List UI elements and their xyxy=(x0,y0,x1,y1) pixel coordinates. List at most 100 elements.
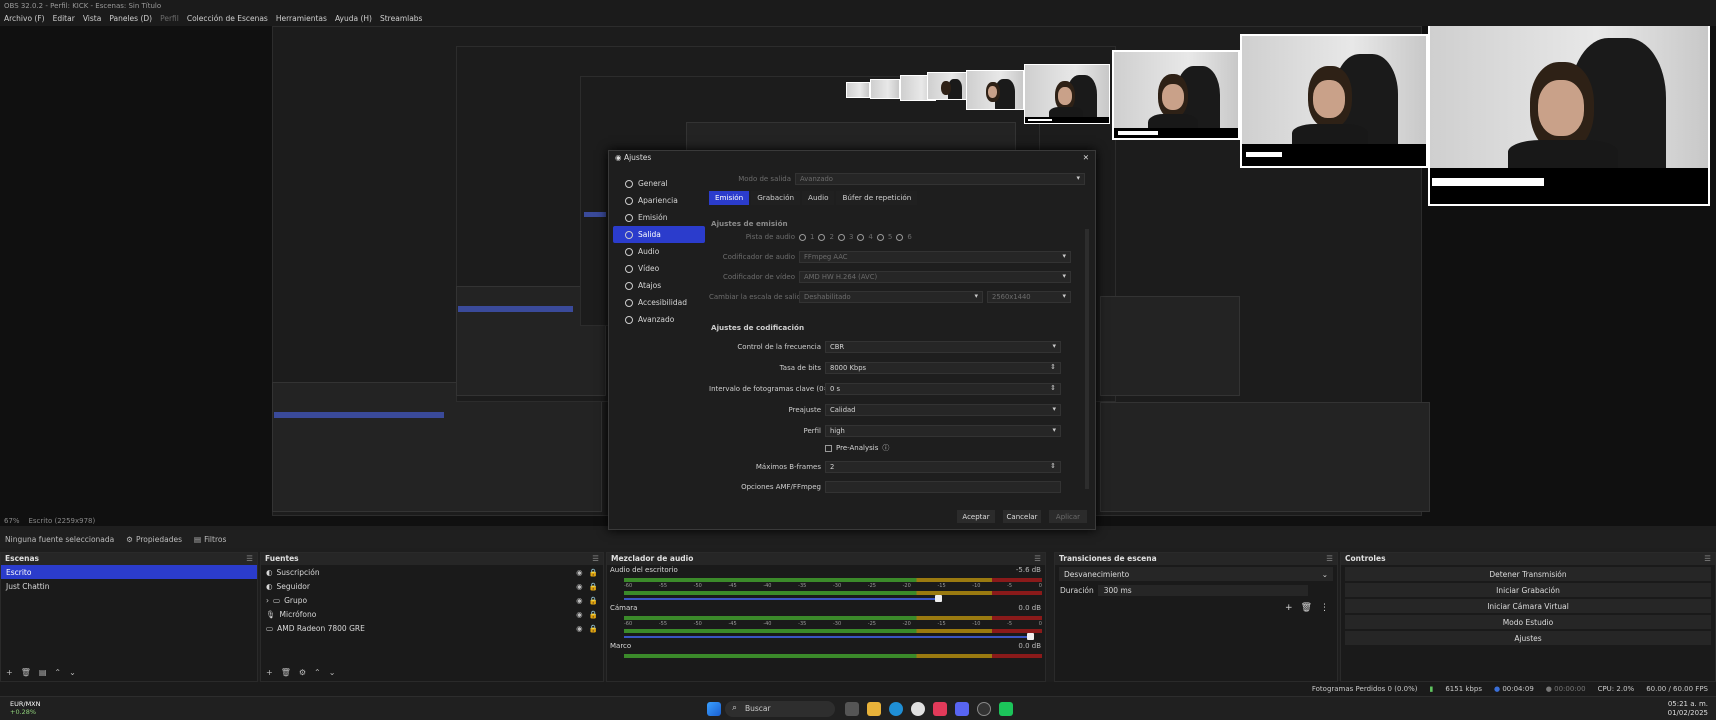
menu-herramientas[interactable]: Herramientas xyxy=(276,14,327,24)
spinner-icon[interactable]: ⇕ xyxy=(1050,462,1056,470)
source-item[interactable]: › ▭ Grupo ◉ 🔒 xyxy=(261,593,603,607)
source-item[interactable]: ◐ Suscripción ◉ 🔒 xyxy=(261,565,603,579)
ok-button[interactable]: Aceptar xyxy=(957,510,995,523)
dock-menu-icon[interactable]: ☰ xyxy=(1034,554,1041,564)
source-item[interactable]: ◐ Seguidor ◉ 🔒 xyxy=(261,579,603,593)
source-item[interactable]: ▭ AMD Radeon 7800 GRE ◉ 🔒 xyxy=(261,621,603,635)
add-icon[interactable]: + xyxy=(6,668,13,677)
add-icon[interactable]: + xyxy=(266,668,273,677)
dock-menu-icon[interactable]: ☰ xyxy=(246,554,253,564)
rescale-resolution-select[interactable]: 2560x1440 ▾ xyxy=(987,291,1071,303)
gear-icon[interactable]: ⚙ xyxy=(299,668,306,677)
menu-coleccion[interactable]: Colección de Escenas xyxy=(187,14,268,24)
eye-icon[interactable]: ◉ xyxy=(576,582,583,591)
down-icon[interactable]: ⌄ xyxy=(69,668,76,677)
file-explorer-icon[interactable] xyxy=(867,702,881,716)
track-radio[interactable] xyxy=(837,233,845,241)
lock-icon[interactable]: 🔒 xyxy=(589,596,598,605)
trash-icon[interactable]: 🗑 xyxy=(1301,603,1312,613)
output-mode-select[interactable]: Avanzado ▾ xyxy=(795,173,1085,185)
rescale-select[interactable]: Deshabilitado ▾ xyxy=(799,291,983,303)
slider-handle[interactable] xyxy=(935,595,942,602)
widget-ticker[interactable]: EUR/MXN +0.28% xyxy=(10,700,41,716)
filter-icon[interactable]: ▤ xyxy=(39,668,47,677)
sidebar-item-output[interactable]: Salida xyxy=(613,226,705,243)
preset-select[interactable]: Calidad ▾ xyxy=(825,404,1061,416)
preview-zoom[interactable]: 67% xyxy=(4,517,20,525)
obs-icon[interactable] xyxy=(977,702,991,716)
kick-icon[interactable] xyxy=(999,702,1013,716)
video-encoder-select[interactable]: AMD HW H.264 (AVC) ▾ xyxy=(799,271,1071,283)
bframes-input[interactable]: 2 ⇕ xyxy=(825,461,1061,473)
chrome-icon[interactable] xyxy=(911,702,925,716)
spinner-icon[interactable]: ⇕ xyxy=(1050,363,1056,371)
source-item[interactable]: 🎙 Micrófono ◉ 🔒 xyxy=(261,607,603,621)
eye-icon[interactable]: ◉ xyxy=(576,596,583,605)
audio-encoder-select[interactable]: FFmpeg AAC ▾ xyxy=(799,251,1071,263)
tab-recording[interactable]: Grabación xyxy=(751,191,801,205)
trash-icon[interactable]: 🗑 xyxy=(281,668,291,677)
preanalysis-checkbox[interactable] xyxy=(825,444,832,452)
info-icon[interactable]: ⓘ xyxy=(882,443,889,453)
sidebar-item-audio[interactable]: Audio xyxy=(613,243,705,260)
expand-icon[interactable]: › xyxy=(266,596,269,605)
tab-replay-buffer[interactable]: Búfer de repetición xyxy=(836,191,918,205)
menu-perfil[interactable]: Perfil xyxy=(160,14,179,24)
start-virtual-camera-button[interactable]: Iniciar Cámara Virtual xyxy=(1345,599,1711,613)
scene-item[interactable]: Just Chattin xyxy=(1,579,257,593)
discord-icon[interactable] xyxy=(955,702,969,716)
up-icon[interactable]: ⌃ xyxy=(54,668,61,677)
lock-icon[interactable]: 🔒 xyxy=(589,624,598,633)
cancel-button[interactable]: Cancelar xyxy=(1003,510,1041,523)
edge-icon[interactable] xyxy=(889,702,903,716)
eye-icon[interactable]: ◉ xyxy=(576,568,583,577)
dock-menu-icon[interactable]: ☰ xyxy=(1704,554,1711,564)
eye-icon[interactable]: ◉ xyxy=(576,610,583,619)
slider-handle[interactable] xyxy=(1027,633,1034,640)
sidebar-item-stream[interactable]: Emisión xyxy=(613,209,705,226)
menu-ayuda[interactable]: Ayuda (H) xyxy=(335,14,372,24)
settings-button[interactable]: Ajustes xyxy=(1345,631,1711,645)
filters-button[interactable]: ▤ Filtros xyxy=(194,535,226,544)
up-icon[interactable]: ⌃ xyxy=(314,668,321,677)
trash-icon[interactable]: 🗑 xyxy=(21,668,31,677)
track-radio[interactable] xyxy=(857,233,865,241)
settings-scrollbar[interactable] xyxy=(1085,229,1089,489)
volume-slider[interactable] xyxy=(624,633,1034,640)
add-icon[interactable]: + xyxy=(1285,603,1293,613)
taskbar-clock[interactable]: 05:21 a. m. 01/02/2025 xyxy=(1668,700,1708,718)
sidebar-item-accessibility[interactable]: Accesibilidad xyxy=(613,294,705,311)
music-icon[interactable] xyxy=(933,702,947,716)
rate-control-select[interactable]: CBR ▾ xyxy=(825,341,1061,353)
sidebar-item-general[interactable]: General xyxy=(613,175,705,192)
sidebar-item-hotkeys[interactable]: Atajos xyxy=(613,277,705,294)
profile-select[interactable]: high ▾ xyxy=(825,425,1061,437)
windows-start-icon[interactable] xyxy=(707,702,721,716)
bitrate-input[interactable]: 8000 Kbps ⇕ xyxy=(825,362,1061,374)
track-radio[interactable] xyxy=(896,233,904,241)
ffmpeg-options-input[interactable] xyxy=(825,481,1061,493)
menu-vista[interactable]: Vista xyxy=(83,14,102,24)
volume-slider[interactable] xyxy=(624,595,942,602)
tab-streaming[interactable]: Emisión xyxy=(709,191,750,205)
scene-item[interactable]: Escrito xyxy=(1,565,257,579)
menu-paneles[interactable]: Paneles (D) xyxy=(109,14,152,24)
dock-menu-icon[interactable]: ☰ xyxy=(592,554,599,564)
sidebar-item-video[interactable]: Vídeo xyxy=(613,260,705,277)
studio-mode-button[interactable]: Modo Estudio xyxy=(1345,615,1711,629)
keyframe-input[interactable]: 0 s ⇕ xyxy=(825,383,1061,395)
close-icon[interactable]: ✕ xyxy=(1083,153,1089,163)
start-recording-button[interactable]: Iniciar Grabación xyxy=(1345,583,1711,597)
lock-icon[interactable]: 🔒 xyxy=(589,568,598,577)
menu-editar[interactable]: Editar xyxy=(53,14,75,24)
more-icon[interactable]: ⋮ xyxy=(1320,603,1329,613)
taskbar-search[interactable]: ⌕ Buscar xyxy=(725,701,835,717)
duration-input[interactable]: 300 ms xyxy=(1097,584,1308,596)
down-icon[interactable]: ⌄ xyxy=(329,668,336,677)
properties-button[interactable]: ⚙ Propiedades xyxy=(126,535,182,544)
eye-icon[interactable]: ◉ xyxy=(576,624,583,633)
track-radio[interactable] xyxy=(876,233,884,241)
task-view-icon[interactable] xyxy=(845,702,859,716)
lock-icon[interactable]: 🔒 xyxy=(589,582,598,591)
lock-icon[interactable]: 🔒 xyxy=(589,610,598,619)
